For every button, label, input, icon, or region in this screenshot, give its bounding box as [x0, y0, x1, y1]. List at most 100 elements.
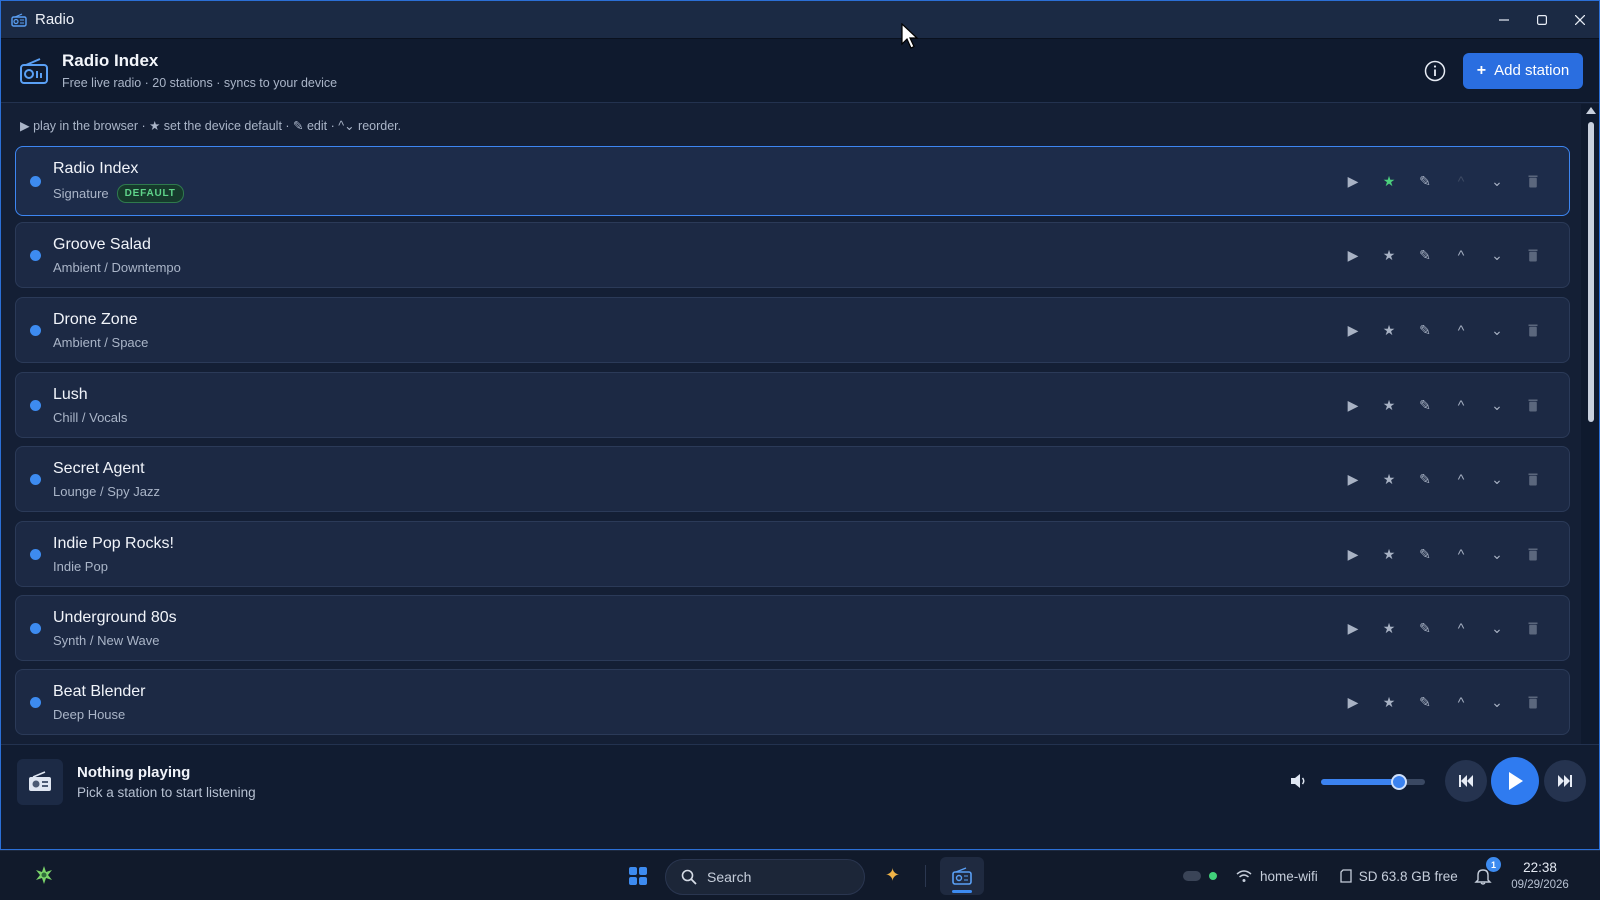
station-row[interactable]: Drone Zone Ambient / Space ▶ ★ ✎ ^ ⌄	[15, 297, 1570, 363]
delete-station-button[interactable]	[1515, 240, 1551, 270]
delete-station-button[interactable]	[1515, 390, 1551, 420]
edit-station-button[interactable]: ✎	[1407, 390, 1443, 420]
set-default-button[interactable]: ★	[1371, 240, 1407, 270]
delete-station-button[interactable]	[1515, 687, 1551, 717]
move-down-button[interactable]: ⌄	[1479, 240, 1515, 270]
move-up-button[interactable]: ^	[1443, 315, 1479, 345]
edit-station-button[interactable]: ✎	[1407, 166, 1443, 196]
station-name: Drone Zone	[53, 310, 138, 328]
station-row[interactable]: Secret Agent Lounge / Spy Jazz ▶ ★ ✎ ^ ⌄	[15, 446, 1570, 512]
next-button[interactable]	[1544, 760, 1586, 802]
play-station-button[interactable]: ▶	[1335, 539, 1371, 569]
info-icon	[1424, 60, 1446, 81]
station-row[interactable]: Underground 80s Synth / New Wave ▶ ★ ✎ ^ ⌄	[15, 595, 1570, 661]
delete-station-button[interactable]	[1515, 464, 1551, 494]
move-up-button[interactable]: ^	[1443, 390, 1479, 420]
set-default-button[interactable]: ★	[1371, 464, 1407, 494]
sd-card-icon	[1340, 869, 1352, 883]
close-button[interactable]	[1561, 1, 1599, 38]
move-up-button[interactable]: ^	[1443, 166, 1479, 196]
play-station-button[interactable]: ▶	[1335, 166, 1371, 196]
edit-station-button[interactable]: ✎	[1407, 539, 1443, 569]
move-down-button[interactable]: ⌄	[1479, 464, 1515, 494]
volume-knob[interactable]	[1391, 774, 1407, 790]
wifi-icon[interactable]	[1236, 869, 1252, 883]
edit-station-button[interactable]: ✎	[1407, 613, 1443, 643]
move-down-button[interactable]: ⌄	[1479, 166, 1515, 196]
play-station-button[interactable]: ▶	[1335, 464, 1371, 494]
move-down-button[interactable]: ⌄	[1479, 613, 1515, 643]
delete-station-button[interactable]	[1515, 315, 1551, 345]
info-button[interactable]	[1424, 60, 1446, 82]
play-station-button[interactable]: ▶	[1335, 390, 1371, 420]
edit-station-button[interactable]: ✎	[1407, 687, 1443, 717]
list-scrollbar[interactable]	[1581, 104, 1599, 744]
copilot-sparkle-icon[interactable]: ✦	[885, 865, 903, 885]
delete-station-button[interactable]	[1515, 539, 1551, 569]
minimize-button[interactable]	[1485, 1, 1523, 38]
maximize-icon	[1537, 14, 1547, 25]
set-default-button[interactable]: ★	[1371, 687, 1407, 717]
move-up-button[interactable]: ^	[1443, 539, 1479, 569]
play-button[interactable]	[1491, 757, 1539, 805]
station-row[interactable]: Beat Blender Deep House ▶ ★ ✎ ^ ⌄	[15, 669, 1570, 735]
start-button[interactable]	[629, 867, 647, 885]
move-up-button[interactable]: ^	[1443, 613, 1479, 643]
move-up-button[interactable]: ^	[1443, 240, 1479, 270]
pencil-icon: ✎	[1419, 619, 1431, 636]
play-station-button[interactable]: ▶	[1335, 687, 1371, 717]
maximize-button[interactable]	[1523, 1, 1561, 38]
add-station-button[interactable]: + Add station	[1463, 52, 1583, 89]
chevron-up-icon: ^	[1457, 694, 1465, 710]
set-default-button[interactable]: ★	[1371, 539, 1407, 569]
pencil-icon: ✎	[1419, 396, 1431, 413]
delete-station-button[interactable]	[1515, 613, 1551, 643]
title-bar[interactable]: Radio	[1, 1, 1599, 39]
volume-icon[interactable]	[1290, 773, 1308, 789]
station-row[interactable]: Radio Index Signature DEFAULT ▶ ★ ✎ ^ ⌄	[15, 146, 1570, 216]
set-default-button[interactable]: ★	[1371, 613, 1407, 643]
move-down-button[interactable]: ⌄	[1479, 687, 1515, 717]
station-genre: Chill / Vocals	[53, 409, 128, 425]
move-up-button[interactable]: ^	[1443, 464, 1479, 494]
edit-station-button[interactable]: ✎	[1407, 315, 1443, 345]
move-down-button[interactable]: ⌄	[1479, 390, 1515, 420]
set-default-button[interactable]: ★	[1371, 390, 1407, 420]
wifi-name[interactable]: home-wifi	[1260, 869, 1318, 884]
trash-icon	[1528, 249, 1538, 261]
chevron-up-icon: ^	[1457, 546, 1465, 562]
scrollbar-thumb[interactable]	[1588, 122, 1594, 422]
play-station-button[interactable]: ▶	[1335, 613, 1371, 643]
chevron-down-icon: ⌄	[1491, 619, 1503, 636]
app-header: Radio Index Free live radio · 20 station…	[1, 39, 1599, 103]
star-icon: ★	[1382, 470, 1396, 487]
delete-station-button[interactable]	[1515, 166, 1551, 196]
clock-date: 09/29/2026	[1511, 879, 1569, 891]
previous-button[interactable]	[1445, 760, 1487, 802]
clock-time: 22:38	[1523, 860, 1557, 875]
system-tray: home-wifi SD 63.8 GB free	[1183, 851, 1458, 900]
chevron-down-icon: ⌄	[1491, 545, 1503, 562]
station-list: Radio Index Signature DEFAULT ▶ ★ ✎ ^ ⌄ Groove S…	[15, 146, 1570, 744]
station-row[interactable]: Lush Chill / Vocals ▶ ★ ✎ ^ ⌄	[15, 372, 1570, 438]
tray-toggle[interactable]	[1183, 871, 1201, 881]
widgets-icon[interactable]	[33, 864, 55, 886]
set-default-button[interactable]: ★	[1371, 166, 1407, 196]
play-station-button[interactable]: ▶	[1335, 315, 1371, 345]
play-station-button[interactable]: ▶	[1335, 240, 1371, 270]
taskbar-clock[interactable]: 22:38 09/29/2026	[1508, 860, 1572, 891]
station-row[interactable]: Groove Salad Ambient / Downtempo ▶ ★ ✎ ^ ⌄	[15, 222, 1570, 288]
volume-slider[interactable]	[1321, 774, 1425, 790]
station-row[interactable]: Indie Pop Rocks! Indie Pop ▶ ★ ✎ ^ ⌄	[15, 521, 1570, 587]
storage-status[interactable]: SD 63.8 GB free	[1359, 869, 1458, 884]
play-icon: ▶	[1347, 619, 1359, 636]
taskbar-search[interactable]: Search	[665, 859, 865, 895]
move-up-button[interactable]: ^	[1443, 687, 1479, 717]
move-down-button[interactable]: ⌄	[1479, 539, 1515, 569]
edit-station-button[interactable]: ✎	[1407, 464, 1443, 494]
scroll-up-arrow-icon[interactable]	[1586, 107, 1596, 114]
set-default-button[interactable]: ★	[1371, 315, 1407, 345]
move-down-button[interactable]: ⌄	[1479, 315, 1515, 345]
edit-station-button[interactable]: ✎	[1407, 240, 1443, 270]
taskbar-radio-app[interactable]	[940, 857, 984, 895]
